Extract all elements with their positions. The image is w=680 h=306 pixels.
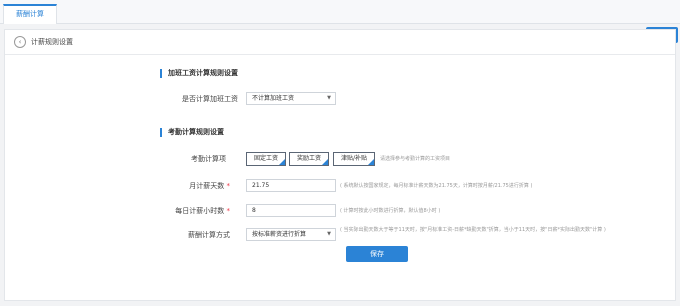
attendance-section-title: 考勤计算规则设置 bbox=[160, 128, 224, 137]
save-button[interactable]: 保存 bbox=[346, 246, 408, 262]
chip-label: 奖励工资 bbox=[296, 155, 321, 162]
checked-corner-icon bbox=[368, 159, 374, 165]
tab-salary-calculation[interactable]: 薪酬计算 bbox=[3, 4, 57, 24]
attendance-items-label: 考勤计算项 bbox=[191, 155, 226, 163]
page-title: 计薪规则设置 bbox=[31, 38, 73, 46]
month-days-input[interactable]: 21.75 bbox=[246, 179, 336, 192]
overtime-select-value: 不计算加班工资 bbox=[252, 95, 295, 102]
checked-corner-icon bbox=[322, 159, 328, 165]
required-mark: * bbox=[226, 182, 231, 190]
calc-method-label: 薪酬计算方式 bbox=[188, 231, 230, 239]
daily-hours-hint: ( 计算时按此小时数进行折算，默认值8小时 ) bbox=[340, 208, 441, 214]
chevron-down-icon: ▼ bbox=[327, 95, 331, 101]
back-icon[interactable]: ‹ bbox=[14, 36, 26, 48]
overtime-select[interactable]: 不计算加班工资 ▼ bbox=[246, 92, 336, 105]
calc-method-select[interactable]: 按标准薪资进行折算 ▼ bbox=[246, 228, 336, 241]
daily-hours-label-text: 每日计薪小时数 bbox=[175, 207, 225, 215]
month-days-label: 月计薪天数 * bbox=[150, 180, 230, 192]
checked-corner-icon bbox=[279, 159, 285, 165]
chip-label: 固定工资 bbox=[253, 155, 278, 162]
top-tab-bar: 薪酬计算 bbox=[0, 0, 680, 24]
panel-header: ‹ 计薪规则设置 bbox=[5, 30, 675, 55]
month-days-label-text: 月计薪天数 bbox=[189, 182, 225, 190]
chip-label: 津贴/补贴 bbox=[340, 155, 368, 162]
calc-method-value: 按标准薪资进行折算 bbox=[252, 231, 307, 238]
chip-fixed-salary[interactable]: 固定工资 bbox=[246, 152, 286, 166]
month-days-hint: ( 系统默认按国家规定，每月标准计薪天数为21.75天，计算时按月薪/21.75… bbox=[340, 183, 533, 189]
chip-allowance[interactable]: 津贴/补贴 bbox=[333, 152, 375, 166]
chevron-down-icon: ▼ bbox=[327, 231, 331, 237]
required-mark: * bbox=[226, 207, 231, 215]
daily-hours-input[interactable]: 8 bbox=[246, 204, 336, 217]
overtime-field-label: 是否计算加班工资 bbox=[182, 95, 238, 103]
chip-bonus-salary[interactable]: 奖励工资 bbox=[289, 152, 329, 166]
overtime-section-title: 加班工资计算规则设置 bbox=[160, 69, 238, 78]
attendance-items-hint: 请选择参与考勤计算的工资项目 bbox=[380, 156, 451, 162]
calc-method-hint: ( 当实际出勤天数大于等于11天时，按"月标准工资-日薪*缺勤天数"折算，当小于… bbox=[340, 227, 606, 233]
daily-hours-label: 每日计薪小时数 * bbox=[150, 205, 230, 217]
